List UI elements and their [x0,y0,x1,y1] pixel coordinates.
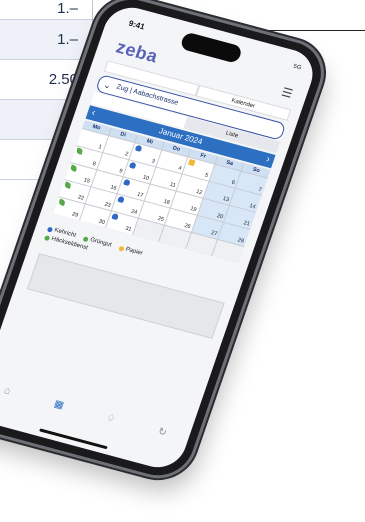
day-number: 8 [91,161,97,168]
day-number: 18 [162,198,171,207]
day-number: 21 [242,220,251,228]
home-icon[interactable]: ⌂ [0,384,17,401]
day-number: 17 [136,191,144,199]
leaf-icon [58,198,66,206]
day-number: 22 [76,194,85,202]
day-number: 26 [183,222,192,231]
day-number: 30 [97,218,106,226]
day-number: 10 [141,174,150,182]
trash-bag-icon [128,161,137,170]
next-month-button[interactable]: › [264,153,272,167]
trash-bag-icon [123,178,131,187]
day-number: 23 [103,201,112,209]
calendar-icon[interactable]: ▦ [48,398,68,415]
trash-bag-icon [111,212,120,221]
day-number: 15 [82,177,91,185]
day-number: 4 [177,165,183,172]
day-number: 7 [257,186,263,194]
day-number: 11 [168,181,177,189]
day-number: 25 [156,215,165,224]
notes-box [26,253,225,339]
status-signal: 5G [292,63,303,72]
legend-dot-icon [46,226,54,233]
trash-bag-icon [134,144,143,152]
day-number: 14 [248,203,257,211]
leaf-icon [69,164,78,172]
dynamic-island [179,31,244,64]
day-number: 24 [130,208,139,216]
chevron-down-icon: ⌄ [102,79,113,91]
trash-bag-icon [117,195,125,204]
day-number: 2 [124,151,130,158]
background-table-row: 1.– [0,0,92,20]
day-number: 13 [221,195,230,204]
background-table-row: 1.– [0,20,92,60]
prev-month-button[interactable]: ‹ [89,106,97,120]
day-number: 5 [204,172,209,180]
day-number: 20 [215,213,224,221]
bell-icon[interactable]: ♢ [100,412,120,429]
leaf-icon [75,147,84,155]
day-number: 16 [109,184,118,192]
day-number: 6 [230,179,236,187]
day-number: 29 [71,211,79,219]
day-number: 9 [118,168,124,175]
day-number: 19 [189,205,198,214]
legend-dot-icon [82,236,89,243]
day-number: 28 [236,237,245,245]
day-number: 12 [195,188,204,197]
paper-icon [188,159,196,167]
legend-dot-icon [43,235,51,242]
menu-icon[interactable]: ☰ [280,85,295,101]
day-number: 1 [97,144,103,151]
leaf-icon [63,181,72,189]
day-number: 3 [150,158,156,165]
legend-dot-icon [117,245,125,252]
day-number: 31 [124,225,133,234]
refresh-icon[interactable]: ↻ [152,425,172,442]
day-number: 27 [210,230,218,238]
status-time: 9:41 [127,18,146,32]
